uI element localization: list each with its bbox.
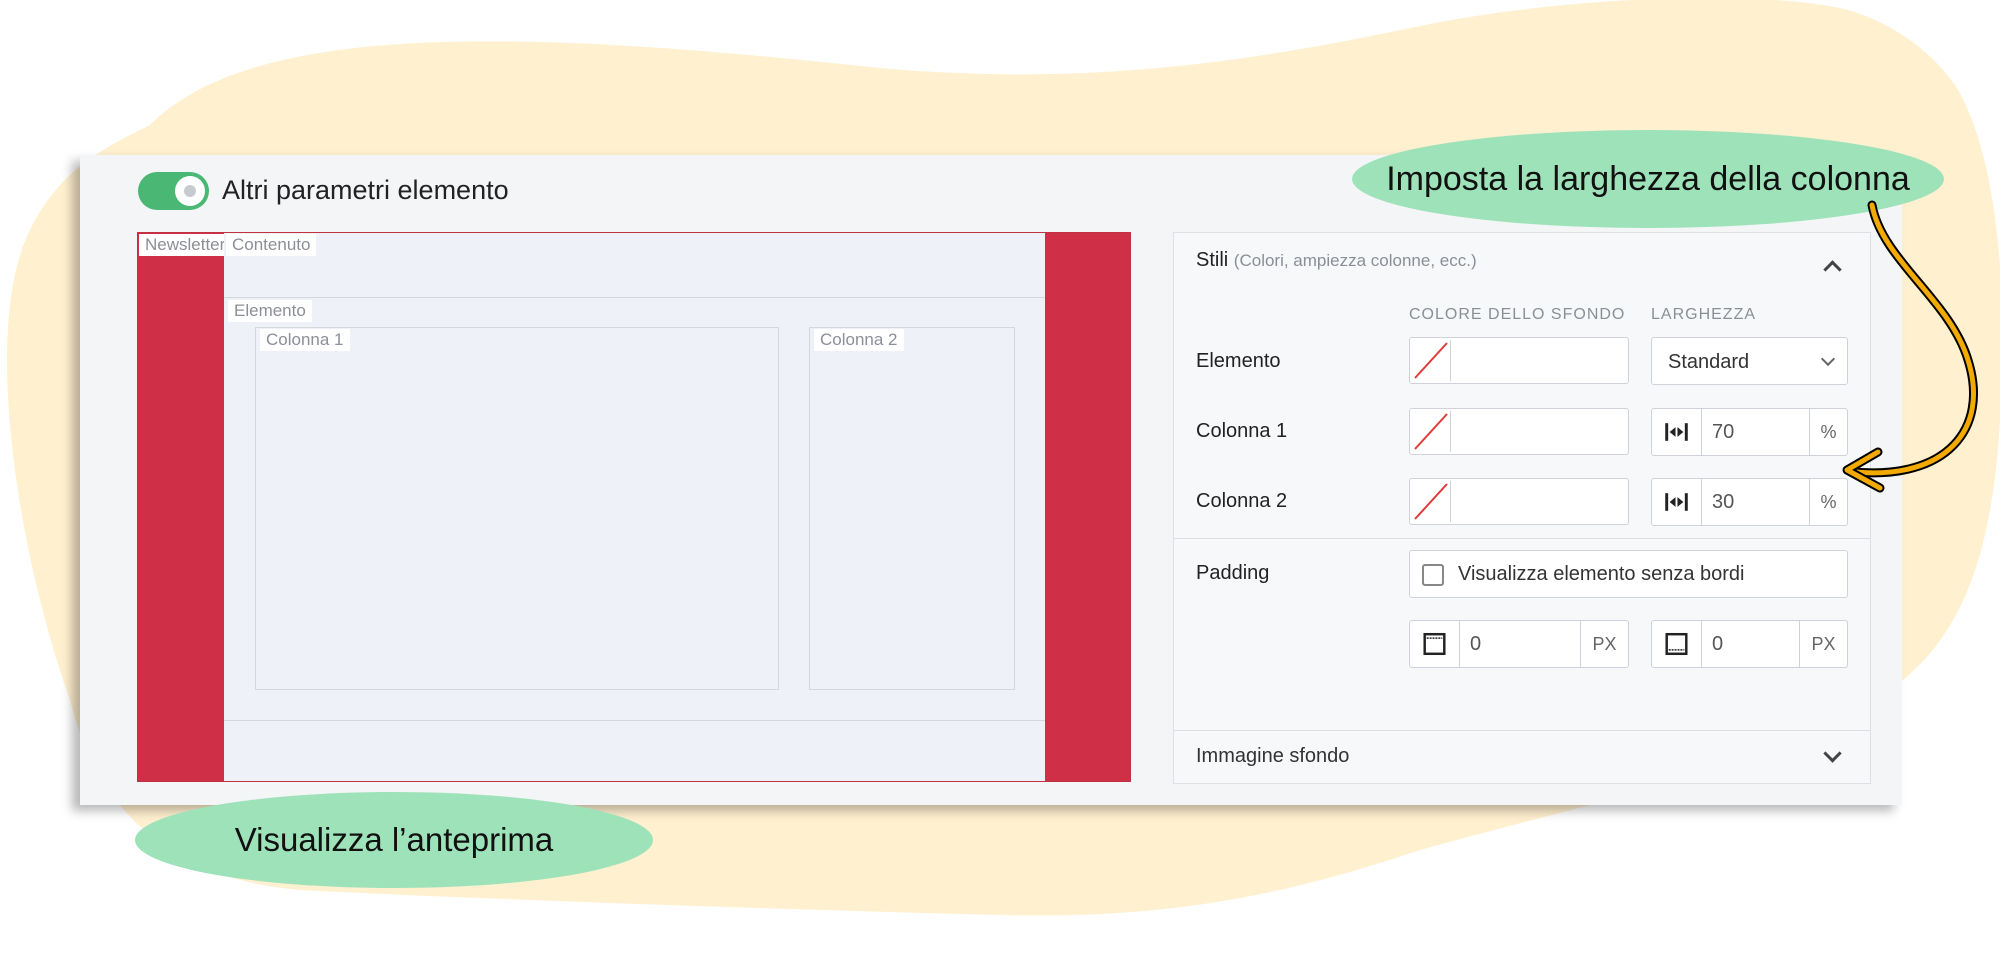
padding-top-unit: PX [1580,621,1628,667]
no-color-swatch-icon [1414,411,1451,452]
column1-bg-color-picker[interactable] [1409,408,1629,455]
styles-panel: Stili (Colori, ampiezza colonne, ecc.) C… [1173,232,1871,784]
padding-top-icon [1423,621,1460,667]
layout-preview: Newsletter Contenuto Elemento Colonna 1 … [137,232,1131,782]
callout-column-width: Imposta la larghezza della colonna [1352,130,1944,228]
preview-column-2[interactable]: Colonna 2 [809,327,1015,690]
preview-tag-colonna-2: Colonna 2 [814,329,904,351]
column1-width-value: 70 [1712,421,1735,443]
section-divider [1174,538,1870,539]
padding-top-input[interactable]: 0 PX [1409,620,1629,668]
column2-width-input[interactable]: 30 % [1651,478,1848,526]
element-bg-color-picker[interactable] [1409,337,1629,384]
no-color-swatch-icon [1414,340,1451,381]
callout-preview: Visualizza l’anteprima [135,792,653,888]
styles-title: Stili [1196,249,1229,271]
chevron-up-icon[interactable] [1823,260,1842,279]
element-width-select-value: Standard [1668,351,1750,373]
styles-subtitle: (Colori, ampiezza colonne, ecc.) [1233,251,1477,270]
chevron-down-icon[interactable] [1823,744,1842,763]
preview-content-area: Contenuto Elemento Colonna 1 Colonna 2 [224,233,1045,781]
styles-header[interactable]: Stili (Colori, ampiezza colonne, ecc.) [1196,249,1477,272]
padding-bottom-value: 0 [1712,633,1724,655]
column2-width-value: 30 [1712,491,1735,513]
preview-tag-colonna-1: Colonna 1 [260,329,350,351]
borderless-checkbox-label: Visualizza elemento senza bordi [1458,563,1745,585]
element-width-select[interactable]: Standard [1651,337,1848,385]
header-background-color: COLORE DELLO SFONDO [1409,306,1626,323]
preview-separator-bottom [224,720,1045,721]
padding-top-value: 0 [1470,633,1482,655]
padding-bottom-unit: PX [1799,621,1847,667]
row-label-elemento: Elemento [1196,350,1281,372]
column2-bg-color-picker[interactable] [1409,478,1629,525]
preview-separator-top [224,297,1045,298]
no-color-swatch-icon [1414,481,1451,522]
borderless-option[interactable]: Visualizza elemento senza bordi [1409,550,1848,598]
section-divider [1174,730,1870,731]
column1-width-input[interactable]: 70 % [1651,408,1848,456]
borderless-checkbox[interactable] [1422,564,1444,586]
row-label-colonna-1: Colonna 1 [1196,420,1288,442]
preview-column-1[interactable]: Colonna 1 [255,327,779,690]
preview-tag-elemento: Elemento [228,300,312,322]
row-label-colonna-2: Colonna 2 [1196,490,1288,512]
padding-label: Padding [1196,562,1270,584]
toggle-label: Altri parametri elemento [222,175,509,205]
element-params-toggle[interactable] [138,172,209,210]
column1-width-unit: % [1809,409,1847,455]
width-arrows-icon [1665,409,1702,455]
header-width: LARGHEZZA [1651,306,1757,323]
width-arrows-icon [1665,479,1702,525]
preview-tag-contenuto: Contenuto [226,234,317,256]
padding-bottom-input[interactable]: 0 PX [1651,620,1848,668]
padding-bottom-icon [1665,621,1702,667]
chevron-down-icon [1820,351,1836,367]
background-image-section[interactable]: Immagine sfondo [1196,745,1349,768]
preview-tag-newsletter: Newsletter [139,234,232,256]
column2-width-unit: % [1809,479,1847,525]
toggle-knob [175,176,205,206]
